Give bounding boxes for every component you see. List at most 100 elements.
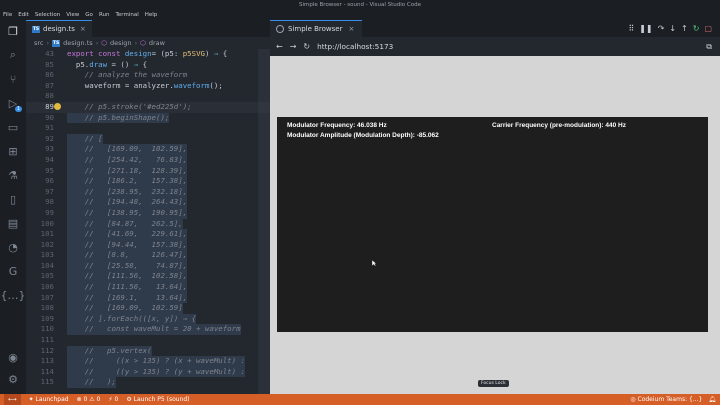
breadcrumb-file[interactable]: design.ts [63,39,93,47]
code-line[interactable]: 93 // [169.09, 102.59], [26,144,270,155]
source-control-icon[interactable]: ⑂ [6,72,20,86]
code-area[interactable]: 43 export const design= (p5: p5SVG) ⇒ {85… [26,49,270,394]
code-line[interactable]: 115 // ); [26,377,270,388]
code-line[interactable]: 86 // analyze the waveform [26,70,270,81]
reload-icon[interactable]: ↻ [303,42,310,51]
warning-count: 0 [96,396,101,403]
ports-item[interactable]: ⚡ 0 [108,396,118,403]
code-line[interactable]: 110 // const waveMult = 20 + waveform [26,324,270,336]
code-line[interactable]: 106 // [111.56, 13.64], [26,282,270,293]
editor-scrollbar[interactable] [258,49,270,394]
codeium-status[interactable]: ◎ Codeium Teams: {...} [630,396,702,403]
code-line[interactable]: 112 // p5.vertex( [26,345,270,357]
code-line[interactable]: 94 // [254.42, 76.83], [26,154,270,166]
line-number: 109 [40,313,54,323]
account-icon[interactable]: ◉ [6,350,20,364]
gutter [54,356,67,367]
run-debug-icon[interactable]: ▷ 1 [6,96,22,112]
code-line[interactable]: 95 // [271.18, 128.39], [26,165,270,177]
code-line[interactable]: 103 // [8.8, 126.47], [26,250,270,261]
focus-lock-indicator[interactable]: Focus Lock [478,380,509,387]
testing-icon[interactable]: ⚗ [6,168,20,182]
code-line[interactable]: 111 [26,335,270,346]
menu-go[interactable]: Go [85,10,93,20]
code-line[interactable]: 109 // ].forEach(([x, y]) ⇒ { [26,313,270,325]
code-line[interactable]: 102 // [94.44, 157.38], [26,239,270,251]
code-line[interactable]: 89 // p5.stroke('#ed225d'); [26,101,270,113]
braces-icon[interactable]: {…} [1,288,26,302]
close-icon[interactable]: × [349,25,355,33]
close-icon[interactable]: × [80,25,86,33]
menu-help[interactable]: Help [145,10,158,20]
code-line[interactable]: 105 // [111.56, 102.58], [26,271,270,283]
menu-edit[interactable]: Edit [18,10,29,20]
code-line[interactable]: 90 // p5.beginShape(); [26,112,270,124]
menu-run[interactable]: Run [99,10,110,20]
remote-indicator[interactable]: ⟷ [4,394,21,405]
gear-icon[interactable]: ⚙ [6,372,20,386]
codeium-icon[interactable]: G [6,264,20,278]
step-into-icon[interactable]: ↓ [669,24,676,33]
code-line[interactable]: 92 // [ [26,133,270,145]
timeline-icon[interactable]: ◔ [6,240,20,254]
code-line[interactable]: 91 [26,123,270,134]
browser-viewport[interactable]: Modulator Frequency: 46.038 Hz Modulator… [270,56,720,394]
code-text: // [94.44, 157.38], [67,239,188,251]
step-out-icon[interactable]: ↑ [681,24,688,33]
menu-terminal[interactable]: Terminal [115,10,138,20]
code-line[interactable]: 100 // [84.87, 262.5], [26,218,270,230]
code-line[interactable]: 114 // ((y > 135) ? (y + waveMult) : [26,366,270,378]
notifications-icon[interactable]: 🔔︎ [708,396,716,403]
code-editor[interactable]: TS design.ts × src › TS design.ts › ⬡ de… [26,20,270,394]
menu-view[interactable]: View [66,10,79,20]
stop-icon[interactable]: ▢ [704,24,712,33]
lightbulb-icon[interactable] [54,102,61,110]
line-number: 89 [45,101,54,111]
code-text: // p5.stroke('#ed225d'); [67,101,192,111]
docker-icon[interactable]: ▤ [6,216,20,230]
p5-canvas[interactable]: Modulator Frequency: 46.038 Hz Modulator… [277,117,708,332]
breadcrumb-method[interactable]: draw [149,39,165,47]
code-line[interactable]: 104 // [25.58, 74.87], [26,260,270,272]
code-line[interactable]: 43 export const design= (p5: p5SVG) ⇒ { [26,49,270,60]
restart-icon[interactable]: ↻ [693,24,700,33]
code-line[interactable]: 87 waveform = analyzer.waveform(); [26,81,270,92]
tab-design-ts[interactable]: TS design.ts × [26,20,92,37]
problems-item[interactable]: ⊗ 0 ⚠ 0 [77,396,101,403]
gutter [54,367,67,378]
code-line[interactable]: 96 // [186.2, 157.38], [26,176,270,187]
remote-explorer-icon[interactable]: ▭ [6,120,20,134]
launchpad-item[interactable]: ✦ Launchpad [29,396,69,403]
code-line[interactable]: 99 // [138.95, 190.95], [26,207,270,219]
explorer-icon[interactable]: ❐ [6,24,20,38]
extensions-icon[interactable]: ⊞ [6,144,20,158]
code-line[interactable]: 113 // ((x > 135) ? (x + waveMult) : [26,356,270,367]
code-line[interactable]: 97 // [238.95, 232.18], [26,186,270,198]
code-line[interactable]: 98 // [194.48, 264.43], [26,197,270,208]
menu-file[interactable]: File [3,10,12,20]
code-line[interactable]: 101 // [41.69, 229.61], [26,229,270,240]
code-line[interactable]: 108 // [169.09, 102.59] [26,303,270,314]
launch-config-item[interactable]: ⚙ Launch P5 (sound) [126,396,189,403]
codeium-label: Codeium Teams: {...} [637,396,703,403]
menu-selection[interactable]: Selection [35,10,60,20]
back-arrow-icon[interactable]: ← [276,42,283,51]
search-icon[interactable]: ⌕ [6,48,20,62]
step-over-icon[interactable]: ↷ [658,24,665,33]
line-number: 107 [40,292,54,302]
gutter [54,377,67,388]
breadcrumb-symbol[interactable]: design [110,39,132,47]
url-field[interactable]: http://localhost:5173 [317,42,393,51]
breadcrumb-src[interactable]: src [34,39,44,47]
code-line[interactable]: 85 p5.draw = () ⇒ { [26,60,270,71]
drag-handle-icon[interactable]: ⠿ [628,24,634,33]
line-number: 87 [45,80,54,90]
forward-arrow-icon[interactable]: → [290,42,297,51]
open-external-icon[interactable]: ⧉ [706,42,712,52]
tab-simple-browser[interactable]: Simple Browser × [270,20,363,37]
notebook-icon[interactable]: ▯ [6,192,20,206]
code-line[interactable]: 107 // [169.1, 13.64], [26,292,270,304]
code-line[interactable]: 88 [26,91,270,102]
line-number: 108 [40,303,54,313]
pause-icon[interactable]: ❚❚ [639,24,652,33]
